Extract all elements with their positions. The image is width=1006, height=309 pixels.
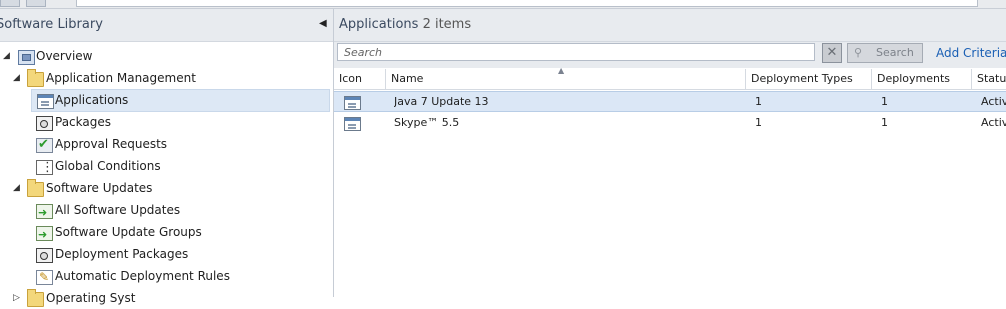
folder-icon [27, 179, 44, 197]
content-pane: Applications 2 items ✕ ⚲ Search Add Crit… [334, 9, 1006, 297]
tree-item-approval-requests[interactable]: Approval Requests [0, 134, 330, 155]
column-header-deployments[interactable]: Deployments [872, 69, 972, 89]
tree-item-label: Approval Requests [55, 137, 168, 151]
application-icon [37, 94, 54, 109]
tree-item-label: All Software Updates [55, 203, 181, 217]
tree-item-label: Overview [36, 49, 93, 63]
tree-item-all-software-updates[interactable]: All Software Updates [0, 200, 330, 223]
tree-item-label: Application Management [46, 71, 196, 85]
cell-name: Skype™ 5.5 [394, 116, 460, 129]
package-icon [36, 248, 53, 263]
cell-name: Java 7 Update 13 [394, 95, 489, 108]
search-button[interactable]: ⚲ Search [847, 43, 923, 63]
application-icon [344, 96, 361, 110]
navigation-header: Software Library ◀ [0, 9, 333, 42]
search-icon: ⚲ [854, 46, 863, 59]
back-button[interactable] [0, 0, 20, 7]
content-header: Applications 2 items [334, 9, 1006, 42]
cell-deployments: 1 [881, 116, 888, 129]
approval-icon [36, 134, 53, 155]
table-row[interactable]: Java 7 Update 13 1 1 Active [334, 91, 1006, 112]
tree-item-automatic-deployment-rules[interactable]: Automatic Deployment Rules [0, 266, 330, 288]
deployment-rules-icon [36, 267, 53, 288]
cell-deployments: 1 [881, 95, 888, 108]
table-row[interactable]: Skype™ 5.5 1 1 Active [334, 113, 1006, 134]
tree-item-overview[interactable]: ◢ Overview [0, 46, 330, 67]
tree-item-applications[interactable]: Applications [31, 89, 330, 112]
tree-item-label: Software Updates [46, 181, 153, 195]
search-bar: ✕ ⚲ Search Add Criteria ▼ [334, 42, 1006, 68]
global-conditions-icon [36, 157, 54, 178]
cell-status: Active [981, 116, 1006, 129]
tree-item-operating-systems[interactable]: ▷ Operating Syst [0, 288, 330, 309]
collapse-triangle-icon[interactable]: ◢ [3, 46, 10, 67]
tree-item-label: Applications [55, 93, 129, 107]
cell-status: Active [981, 95, 1006, 108]
tree-item-application-management[interactable]: ◢ Application Management [0, 68, 330, 89]
software-updates-icon [36, 224, 53, 245]
collapse-triangle-icon[interactable]: ◢ [13, 68, 20, 89]
search-input[interactable] [337, 43, 815, 61]
tree-item-label: Operating Syst [46, 291, 136, 305]
collapse-triangle-icon[interactable]: ◢ [13, 178, 20, 199]
sort-ascending-icon: ▲ [558, 66, 565, 75]
collapse-pane-button[interactable]: ◀ [319, 18, 327, 29]
add-criteria-label: Add Criteria [936, 46, 1006, 60]
navigation-title: Software Library [0, 17, 103, 32]
expand-triangle-icon[interactable]: ▷ [13, 288, 20, 309]
search-button-label: Search [876, 46, 914, 59]
tree-item-deployment-packages[interactable]: Deployment Packages [0, 244, 330, 265]
folder-icon [27, 69, 44, 87]
grid-header: Icon Name ▲ Deployment Types Deployments… [334, 66, 1006, 90]
tree-item-label: Automatic Deployment Rules [55, 269, 230, 283]
tree-item-label: Deployment Packages [55, 247, 189, 261]
overview-icon [18, 50, 35, 65]
page-title: Applications 2 items [339, 17, 471, 32]
column-header-icon[interactable]: Icon [334, 69, 386, 89]
cell-deployment-types: 1 [755, 116, 762, 129]
clear-search-button[interactable]: ✕ [822, 43, 842, 63]
tree-item-software-updates[interactable]: ◢ Software Updates [0, 178, 330, 199]
tree-item-label: Packages [55, 115, 111, 129]
tree-item-global-conditions[interactable]: Global Conditions [0, 156, 330, 178]
column-header-status[interactable]: Status [972, 69, 1006, 89]
cell-deployment-types: 1 [755, 95, 762, 108]
column-header-deployment-types[interactable]: Deployment Types [746, 69, 872, 89]
item-count: 2 items [422, 17, 472, 32]
folder-icon [27, 289, 44, 307]
tree-item-label: Software Update Groups [55, 225, 202, 239]
tree-item-packages[interactable]: Packages [0, 112, 330, 133]
close-icon: ✕ [826, 45, 838, 60]
column-header-name[interactable]: Name [386, 69, 746, 89]
page-title-text: Applications [339, 17, 419, 32]
software-updates-icon [36, 202, 53, 223]
package-icon [36, 116, 53, 131]
tree-item-software-update-groups[interactable]: Software Update Groups [0, 222, 330, 245]
tree-item-label: Global Conditions [55, 159, 161, 173]
address-bar[interactable] [76, 0, 978, 7]
top-toolbar [0, 0, 1006, 9]
forward-button[interactable] [26, 0, 46, 7]
navigation-pane: Software Library ◀ ◢ Overview ◢ Applicat… [0, 9, 334, 307]
add-criteria-link[interactable]: Add Criteria ▼ [936, 46, 1006, 60]
application-icon [344, 117, 361, 131]
